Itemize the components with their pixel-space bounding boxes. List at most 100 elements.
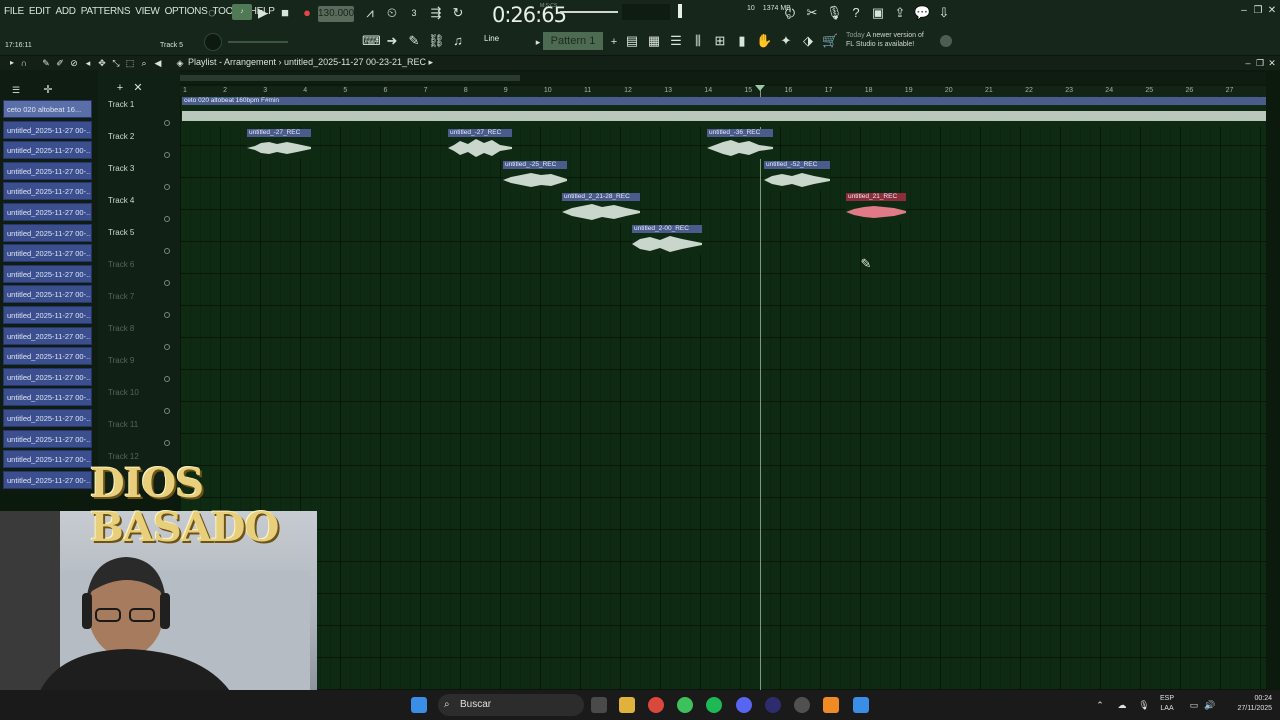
close-window-icon[interactable]: ✕ [1264, 55, 1280, 71]
track-label[interactable]: Track 7 [108, 292, 134, 301]
channel-rack-icon[interactable]: ▦ [646, 33, 662, 49]
fl-studio-icon[interactable] [823, 697, 839, 713]
file-explorer-icon[interactable] [619, 697, 635, 713]
collapse-tracks-icon[interactable]: ✕ [130, 80, 146, 96]
loop-record-icon[interactable]: ↻ [450, 5, 466, 21]
track-label[interactable]: Track 6 [108, 260, 134, 269]
piano-roll-icon[interactable]: ⌨ [362, 33, 381, 49]
master-pitch-knob[interactable] [204, 33, 222, 51]
track-label[interactable]: Track 1 [108, 100, 134, 109]
close-app-icon[interactable]: ✕ [1264, 3, 1280, 19]
spotify-icon[interactable] [706, 697, 722, 713]
add-pattern-icon[interactable]: + [606, 34, 622, 50]
cart-icon[interactable]: 🛒 [822, 33, 838, 49]
language-indicator[interactable]: ESP LAA [1160, 694, 1174, 714]
track-mute-toggle[interactable] [164, 344, 170, 350]
pattern-selector[interactable]: Pattern 1 [543, 32, 603, 50]
mixer-icon[interactable]: ☰ [668, 33, 684, 49]
snap-selector[interactable]: Line [484, 34, 499, 43]
overview-scrollbar[interactable] [180, 75, 520, 81]
track-label[interactable]: Track 4 [108, 196, 134, 205]
plugin-icon[interactable]: ▮ [734, 33, 750, 49]
news-icon[interactable] [940, 35, 952, 47]
master-volume-slider[interactable] [560, 11, 618, 13]
browser-item[interactable]: untitled_2025-11-27 00-... [3, 409, 92, 427]
playlist-grid[interactable] [180, 96, 1266, 690]
browser-item[interactable]: untitled_2025-11-27 00-... [3, 244, 92, 263]
browser-item[interactable]: untitled_2025-11-27 00-... [3, 326, 92, 345]
notepad-icon[interactable] [853, 697, 869, 713]
link-icon[interactable]: ⛓ [428, 33, 445, 49]
whatsapp-icon[interactable] [677, 697, 693, 713]
export-icon[interactable]: ⇪ [892, 5, 908, 21]
magnet-icon[interactable]: ∩ [16, 55, 32, 71]
audio-clip[interactable]: untitled_-36_REC [707, 129, 773, 159]
browser-item[interactable]: untitled_2025-11-27 00-... [3, 285, 92, 304]
stamp-icon[interactable]: ♫ [450, 33, 466, 49]
save-icon[interactable]: ▣ [870, 5, 886, 21]
browser-item[interactable]: untitled_2025-11-27 00-... [3, 141, 92, 160]
menu-file[interactable]: FILE [4, 6, 24, 17]
chat-icon[interactable]: 💬 [914, 5, 930, 21]
track-mute-toggle[interactable] [164, 312, 170, 318]
audio-clip-main[interactable]: ceto 020 altobeat 160bpm F#min [182, 97, 1266, 127]
marker-icon[interactable]: ⬗ [800, 33, 816, 49]
browser-snap-icon[interactable]: ✛ [40, 82, 56, 98]
audio-clip[interactable]: untitled_2_21-28_REC [562, 193, 640, 223]
timeline-ruler[interactable]: 1 2 3 4 5 6 7 8 9 10 11 12 13 14 15 16 17 18 19 20 21 22 23 24 2… [180, 86, 1266, 96]
audio-clip[interactable]: untitled_-27_REC [247, 129, 311, 159]
browser-item[interactable]: untitled_2025-11-27 00-... [3, 388, 92, 407]
metronome-icon[interactable]: ⩘ [362, 5, 378, 21]
track-label[interactable]: Track 9 [108, 356, 134, 365]
arrow-right-icon[interactable]: ➜ [384, 33, 400, 49]
browser-item[interactable]: untitled_2025-11-27 00-... [3, 120, 92, 139]
playhead[interactable] [760, 88, 761, 690]
playlist-icon[interactable]: ▤ [624, 33, 640, 49]
track-mute-toggle[interactable] [164, 152, 170, 158]
track-label[interactable]: Track 3 [108, 164, 134, 173]
taskbar-search[interactable]: ⌕ Buscar [438, 694, 584, 716]
download-icon[interactable]: ⇩ [936, 5, 952, 21]
menu-options[interactable]: OPTIONS [165, 6, 208, 17]
volume-icon[interactable]: 🔊 [1202, 697, 1218, 713]
browser-item[interactable]: untitled_2025-11-27 00-... [3, 450, 92, 469]
track-mute-toggle[interactable] [164, 376, 170, 382]
track-mute-toggle[interactable] [164, 120, 170, 126]
track-mute-toggle[interactable] [164, 408, 170, 414]
record-button[interactable]: ● [299, 5, 315, 21]
track-label[interactable]: Track 8 [108, 324, 134, 333]
tray-chevron-icon[interactable]: ⌃ [1092, 697, 1108, 713]
browser-menu-icon[interactable]: ☰ [8, 82, 24, 98]
chrome-icon[interactable] [648, 697, 664, 713]
audio-clip[interactable]: untitled_-25_REC [503, 161, 567, 191]
wand-icon[interactable]: ✦ [778, 33, 794, 49]
browser-item[interactable]: untitled_2025-11-27 00-... [3, 161, 92, 180]
power-icon[interactable]: ⏻ [782, 5, 798, 21]
master-pitch-slider[interactable] [228, 41, 288, 43]
browser-item[interactable]: untitled_2025-11-27 00-... [3, 367, 92, 386]
clock-tray[interactable]: 00:24 27/11/2025 [1237, 694, 1272, 714]
help-icon[interactable]: ? [848, 5, 864, 21]
brush-icon[interactable]: ✎ [406, 33, 422, 49]
track-label[interactable]: Track 10 [108, 388, 139, 397]
menu-patterns[interactable]: PATTERNS [81, 6, 131, 17]
play-button[interactable]: ▶ [255, 5, 271, 21]
browser-item[interactable]: untitled_2025-11-27 00-... [3, 223, 92, 242]
update-notice[interactable]: Today A newer version of FL Studio is av… [846, 31, 936, 49]
browser-item[interactable]: untitled_2025-11-27 00-... [3, 429, 92, 448]
browser-item[interactable]: untitled_2025-11-27 00-... [3, 203, 92, 221]
browser-icon[interactable]: ⊞ [712, 33, 728, 49]
track-label[interactable]: Track 2 [108, 132, 134, 141]
touch-icon[interactable]: ✋ [756, 33, 772, 49]
track-mute-toggle[interactable] [164, 248, 170, 254]
track-mute-toggle[interactable] [164, 216, 170, 222]
browser-item[interactable]: untitled_2025-11-27 00-... [3, 470, 92, 489]
menu-view[interactable]: VIEW [135, 6, 160, 17]
track-label[interactable]: Track 5 [108, 228, 134, 237]
audio-clip[interactable]: untitled_-27_REC [448, 129, 512, 159]
cloud-icon[interactable]: ☁ [1114, 697, 1130, 713]
start-icon[interactable] [411, 697, 427, 713]
overview-strip[interactable] [180, 72, 1266, 84]
audio-clip[interactable]: untitled_-52_REC [764, 161, 830, 191]
browser-item-selected[interactable]: ceto 020 altobeat 16... [3, 100, 92, 118]
